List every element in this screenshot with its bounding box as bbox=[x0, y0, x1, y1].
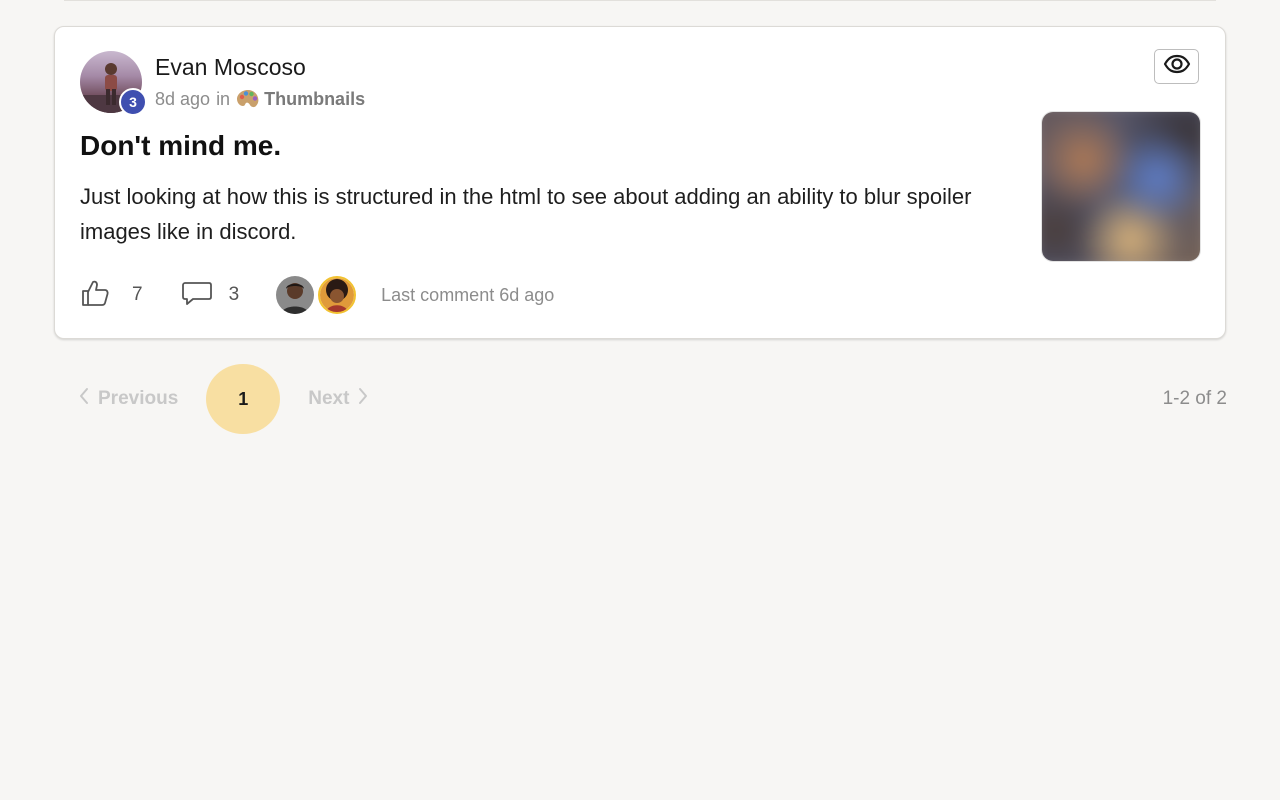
comment-button[interactable]: 3 bbox=[181, 280, 277, 311]
last-comment-text: Last comment 6d ago bbox=[381, 284, 555, 305]
previous-page-button[interactable]: Previous bbox=[78, 387, 178, 411]
page-1-button[interactable]: 1 bbox=[206, 364, 281, 434]
next-page-button[interactable]: Next bbox=[308, 387, 369, 411]
in-label: in bbox=[216, 88, 231, 109]
commenter-avatars bbox=[276, 276, 357, 314]
post-meta: 8d ago in Thumbnails bbox=[155, 88, 365, 110]
category-name: Thumbnails bbox=[264, 88, 366, 109]
previous-label: Previous bbox=[98, 388, 179, 409]
category-link[interactable]: Thumbnails bbox=[236, 88, 365, 110]
post-time: 8d ago bbox=[155, 88, 211, 109]
post-title[interactable]: Don't mind me. bbox=[80, 130, 281, 162]
commenter-avatar[interactable] bbox=[318, 276, 357, 314]
commenter-avatar[interactable] bbox=[276, 276, 315, 314]
next-label: Next bbox=[308, 388, 350, 409]
thumbnail-image bbox=[1042, 112, 1200, 261]
like-count: 7 bbox=[132, 284, 143, 305]
thumbs-up-icon bbox=[80, 279, 110, 312]
chevron-left-icon bbox=[78, 387, 90, 411]
pagination: Previous 1 Next bbox=[78, 364, 369, 434]
top-divider bbox=[64, 0, 1216, 1]
eye-icon bbox=[1163, 54, 1191, 79]
like-button[interactable]: 7 bbox=[80, 279, 181, 312]
rank-badge: 3 bbox=[119, 88, 147, 116]
author-name[interactable]: Evan Moscoso bbox=[155, 54, 306, 81]
post-footer: 7 3 Last comment 6d ago bbox=[80, 275, 554, 315]
post-thumbnail-blurred[interactable] bbox=[1041, 111, 1201, 262]
palette-icon bbox=[236, 88, 260, 110]
comment-count: 3 bbox=[228, 284, 240, 305]
chevron-right-icon bbox=[357, 387, 369, 411]
post-card[interactable]: 3 Evan Moscoso 8d ago in Thumbnails Don'… bbox=[54, 26, 1226, 339]
toggle-visibility-button[interactable] bbox=[1154, 49, 1199, 84]
comment-bubble-icon bbox=[181, 280, 213, 311]
results-range: 1-2 of 2 bbox=[1162, 388, 1227, 409]
post-body: Just looking at how this is structured i… bbox=[80, 184, 972, 244]
